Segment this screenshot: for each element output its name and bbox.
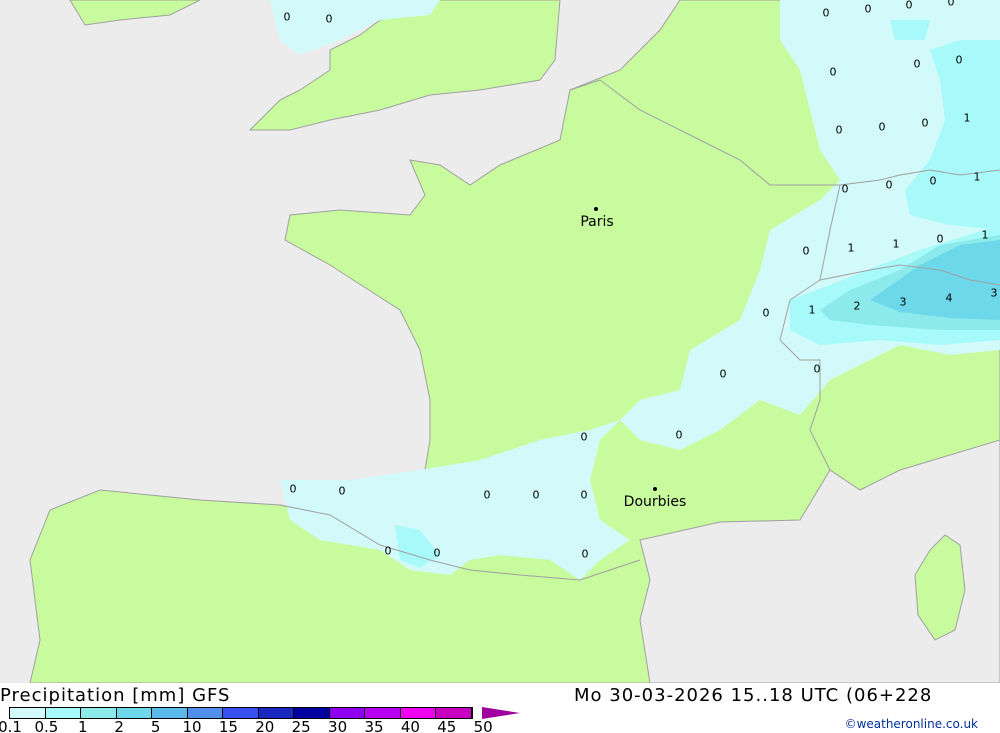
legend-swatch (45, 708, 81, 718)
legend-swatch (152, 708, 188, 718)
legend-tick-label: 50 (473, 718, 493, 733)
precip-0.5 (890, 20, 930, 40)
legend-tick-label: 15 (218, 718, 238, 733)
precip-value-label: 1 (808, 303, 816, 317)
copyright-link[interactable]: ©weatheronline.co.uk (845, 717, 978, 731)
legend-tick-label: 20 (255, 718, 275, 733)
legend-swatch (223, 708, 259, 718)
precip-value-label: 0 (864, 2, 872, 16)
precip-value-label: 0 (921, 116, 929, 130)
precip-value-label: 0 (913, 57, 921, 71)
precip-value-label: 1 (973, 170, 981, 184)
precip-value-label: 0 (829, 65, 837, 79)
legend-swatch (365, 708, 401, 718)
precip-value-label: 1 (981, 228, 989, 242)
precip-value-label: 0 (813, 362, 821, 376)
precip-value-label: 3 (990, 286, 998, 300)
precip-value-label: 0 (580, 430, 588, 444)
legend-tick-label: 30 (328, 718, 348, 733)
legend-tick-label: 0.1 (0, 718, 22, 733)
precip-value-label: 0 (532, 488, 540, 502)
precip-value-label: 0 (325, 12, 333, 26)
legend-tick-label: 45 (437, 718, 457, 733)
precip-value-label: 0 (936, 232, 944, 246)
city-label-paris: Paris (580, 214, 614, 230)
precip-value-label: 3 (899, 295, 907, 309)
precip-value-label: 0 (905, 0, 913, 12)
precip-value-label: 0 (433, 546, 441, 560)
legend-swatch (10, 708, 46, 718)
precip-value-label: 0 (762, 306, 770, 320)
dourbies-dot (653, 487, 657, 491)
legend-tick-label: 5 (150, 718, 161, 733)
footer: Precipitation [mm] GFS Mo 30-03-2026 15.… (0, 683, 1000, 733)
legend-swatch (116, 708, 152, 718)
precip-value-label: 0 (283, 10, 291, 24)
precip-value-label: 0 (947, 0, 955, 9)
legend-tick-label: 10 (182, 718, 202, 733)
precip-value-label: 0 (580, 488, 588, 502)
precip-value-label: 0 (841, 182, 849, 196)
legend-swatch (400, 708, 436, 718)
precip-value-label: 0 (955, 53, 963, 67)
city-label-dourbies: Dourbies (623, 494, 687, 510)
legend-tick-label: 35 (364, 718, 384, 733)
precip-value-label: 0 (483, 488, 491, 502)
precip-value-label: 0 (384, 544, 392, 558)
weather-map-page: 0000000000001000101101012343000000000000… (0, 0, 1000, 733)
map-title: Precipitation [mm] GFS (0, 685, 231, 706)
legend-swatch (81, 708, 117, 718)
legend-swatch (329, 708, 365, 718)
precip-value-label: 1 (847, 241, 855, 255)
legend-swatch (258, 708, 294, 718)
legend-swatch (187, 708, 223, 718)
legend-tick-label: 2 (114, 718, 124, 733)
precip-value-label: 4 (945, 291, 953, 305)
precip-value-label: 1 (892, 237, 900, 251)
precip-value-label: 0 (878, 120, 886, 134)
legend-tick-label: 25 (291, 718, 311, 733)
legend-tick-label: 1 (78, 718, 88, 733)
precipitation-map (0, 0, 1000, 683)
legend-swatch (294, 708, 330, 718)
precip-value-label: 0 (822, 6, 830, 20)
precip-value-label: 0 (719, 367, 727, 381)
precip-value-label: 0 (338, 484, 346, 498)
precip-value-label: 1 (963, 111, 971, 125)
precip-value-label: 0 (929, 174, 937, 188)
precip-value-label: 2 (853, 299, 861, 313)
map-datetime: Mo 30-03-2026 15..18 UTC (06+228 (574, 685, 933, 706)
precip-value-label: 0 (885, 178, 893, 192)
precip-value-label: 0 (581, 547, 589, 561)
legend-tick-label: 40 (400, 718, 420, 733)
precip-value-label: 0 (675, 428, 683, 442)
paris-dot (594, 207, 598, 211)
legend-swatch (436, 708, 472, 718)
precip-value-label: 0 (289, 482, 297, 496)
legend-tick-label: 0.5 (34, 718, 59, 733)
precip-value-label: 0 (835, 123, 843, 137)
precip-value-label: 0 (802, 244, 810, 258)
